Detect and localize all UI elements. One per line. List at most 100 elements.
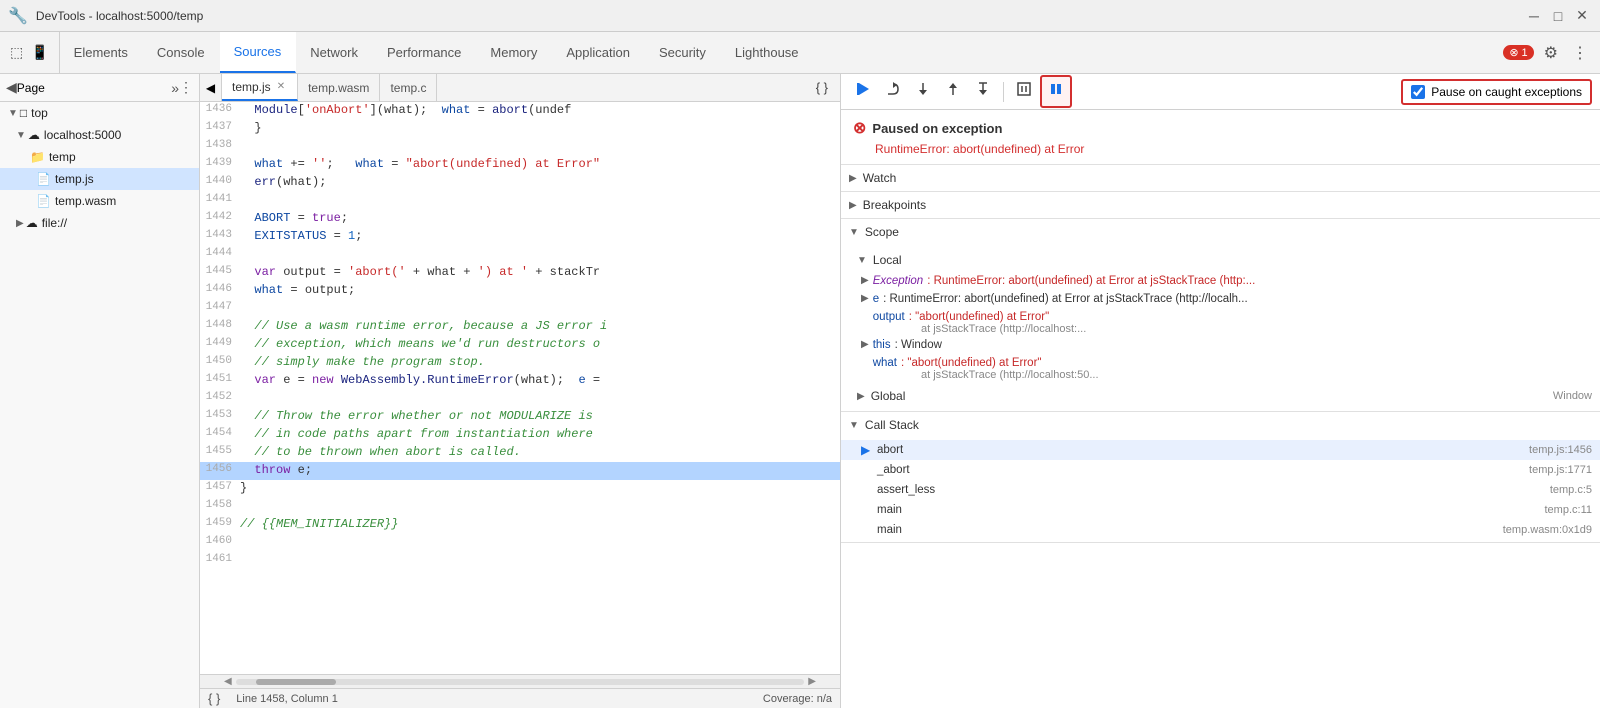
tab-console[interactable]: Console — [143, 32, 220, 73]
line-content-1459: // {{MEM_INITIALIZER}} — [240, 516, 840, 534]
scroll-left-arrow[interactable]: ◀ — [220, 676, 236, 687]
line-content-1455: // to be thrown when abort is called. — [240, 444, 840, 462]
js-file-icon: 📄 — [36, 172, 51, 186]
source-tab-tempc[interactable]: temp.c — [380, 74, 437, 101]
code-line-1437: 1437 } — [200, 120, 840, 138]
step-out-button[interactable] — [939, 77, 967, 106]
scope-item-output[interactable]: ▶ output : "abort(undefined) at Error" a… — [841, 309, 1600, 337]
pause-exceptions-button[interactable] — [1040, 75, 1072, 108]
scope-item-exception[interactable]: ▶ Exception : RuntimeError: abort(undefi… — [841, 273, 1600, 291]
source-tab-tempjs[interactable]: temp.js ✕ — [222, 74, 298, 101]
scope-this-arrow[interactable]: ▶ — [861, 339, 869, 350]
more-tools-button[interactable]: ⋮ — [1568, 39, 1592, 67]
step-over-button[interactable] — [879, 77, 907, 106]
scope-e-arrow[interactable]: ▶ — [861, 293, 869, 304]
settings-button[interactable]: ⚙ — [1540, 39, 1562, 67]
source-tab-back[interactable]: ◀ — [200, 74, 222, 101]
code-line-1438: 1438 — [200, 138, 840, 156]
source-tab-tempjs-close[interactable]: ✕ — [275, 80, 287, 93]
tree-item-top[interactable]: ▼ □ top — [0, 102, 199, 124]
scope-item-e[interactable]: ▶ e : RuntimeError: abort(undefined) at … — [841, 291, 1600, 309]
watch-arrow: ▶ — [849, 173, 857, 184]
coverage-status: Coverage: n/a — [763, 693, 832, 705]
line-content-1437: } — [240, 120, 840, 138]
scope-item-what[interactable]: ▶ what : "abort(undefined) at Error" at … — [841, 355, 1600, 383]
close-button[interactable]: ✕ — [1572, 6, 1592, 26]
tree-item-localhost[interactable]: ▼ ☁ localhost:5000 — [0, 124, 199, 146]
tab-application[interactable]: Application — [552, 32, 645, 73]
tree-item-tempjs[interactable]: 📄 temp.js — [0, 168, 199, 190]
local-arrow: ▼ — [857, 255, 867, 266]
tab-security[interactable]: Security — [645, 32, 721, 73]
tree-arrow-filescheme: ▶ — [16, 218, 24, 229]
source-tab-tempwasm[interactable]: temp.wasm — [298, 74, 380, 101]
code-line-1441: 1441 — [200, 192, 840, 210]
breakpoints-section-header[interactable]: ▶ Breakpoints — [841, 192, 1600, 218]
tab-memory[interactable]: Memory — [476, 32, 552, 73]
tree-item-filescheme[interactable]: ▶ ☁ file:// — [0, 212, 199, 234]
minimize-button[interactable]: ─ — [1524, 6, 1544, 26]
line-num-1455: 1455 — [200, 444, 240, 462]
filetree-back-button[interactable]: ◀ — [6, 79, 17, 96]
tab-lighthouse[interactable]: Lighthouse — [721, 32, 814, 73]
line-num-1443: 1443 — [200, 228, 240, 246]
filetree-menu-button[interactable]: ⋮ — [179, 79, 193, 96]
scope-section-header[interactable]: ▼ Scope — [841, 219, 1600, 245]
callstack-item-main-c[interactable]: main temp.c:11 — [841, 500, 1600, 520]
tab-elements[interactable]: Elements — [60, 32, 143, 73]
callstack-section: ▼ Call Stack ▶ abort temp.js:1456 _abort… — [841, 412, 1600, 543]
pause-exception-checkbox[interactable] — [1411, 85, 1425, 99]
format-button[interactable]: { } — [810, 76, 834, 99]
callstack-item-assert[interactable]: assert_less temp.c:5 — [841, 480, 1600, 500]
code-editor[interactable]: 1436 Module['onAbort'](what); what = abo… — [200, 102, 840, 674]
device-toolbar-button[interactable]: 📱 — [29, 42, 50, 63]
tree-label-tempjs: temp.js — [55, 172, 94, 186]
scope-item-this[interactable]: ▶ this : Window — [841, 337, 1600, 355]
code-line-1440: 1440 err(what); — [200, 174, 840, 192]
callstack-item-main-wasm[interactable]: main temp.wasm:0x1d9 — [841, 520, 1600, 540]
line-num-1439: 1439 — [200, 156, 240, 174]
scroll-right-arrow[interactable]: ▶ — [804, 676, 820, 687]
error-badge[interactable]: ⊗ 1 — [1503, 45, 1533, 60]
filetree-more-button[interactable]: » — [171, 80, 179, 96]
debugger-scroll[interactable]: ⊗ Paused on exception RuntimeError: abor… — [841, 110, 1600, 708]
code-line-1458: 1458 — [200, 498, 840, 516]
callstack-section-header[interactable]: ▼ Call Stack — [841, 412, 1600, 438]
inspect-tool-button[interactable]: ⬚ — [8, 42, 25, 63]
maximize-button[interactable]: □ — [1548, 6, 1568, 26]
global-section-header[interactable]: ▶ Global Window — [841, 383, 1600, 409]
tree-item-tempwasm[interactable]: 📄 temp.wasm — [0, 190, 199, 212]
scroll-thumb[interactable] — [256, 679, 336, 685]
local-section-header[interactable]: ▼ Local — [841, 247, 1600, 273]
blackbox-button[interactable] — [1010, 77, 1038, 106]
tab-sources[interactable]: Sources — [220, 32, 297, 73]
scroll-track[interactable] — [236, 679, 805, 685]
callstack-loc-main-c: temp.c:11 — [1545, 504, 1593, 516]
format-icon[interactable]: { } — [208, 691, 220, 706]
folder-icon-temp: 📁 — [30, 150, 45, 164]
error-icon: ⊗ — [1509, 46, 1518, 59]
tab-performance[interactable]: Performance — [373, 32, 476, 73]
scope-output-key: output — [873, 311, 905, 323]
tab-network[interactable]: Network — [296, 32, 373, 73]
tabbar-tools: ⬚ 📱 — [0, 32, 60, 73]
step-button[interactable] — [969, 77, 997, 106]
line-content-1451: var e = new WebAssembly.RuntimeError(wha… — [240, 372, 840, 390]
callstack-item-abort[interactable]: ▶ abort temp.js:1456 — [841, 440, 1600, 460]
line-content-1460 — [240, 534, 840, 552]
line-content-1449: // exception, which means we'd run destr… — [240, 336, 840, 354]
step-into-button[interactable] — [909, 77, 937, 106]
callstack-item-abort2[interactable]: _abort temp.js:1771 — [841, 460, 1600, 480]
watch-section-header[interactable]: ▶ Watch — [841, 165, 1600, 191]
toolbar-separator — [1003, 82, 1004, 102]
line-num-1442: 1442 — [200, 210, 240, 228]
scope-label: Scope — [865, 225, 899, 239]
horizontal-scrollbar[interactable]: ◀ ▶ — [200, 674, 840, 688]
line-num-1459: 1459 — [200, 516, 240, 534]
tree-item-temp[interactable]: 📁 temp — [0, 146, 199, 168]
source-tab-tempjs-label: temp.js — [232, 80, 271, 94]
scope-exception-arrow[interactable]: ▶ — [861, 275, 869, 286]
exception-error-text: RuntimeError: abort(undefined) at Error — [853, 142, 1588, 156]
code-line-1453: 1453 // Throw the error whether or not M… — [200, 408, 840, 426]
resume-button[interactable] — [849, 77, 877, 106]
